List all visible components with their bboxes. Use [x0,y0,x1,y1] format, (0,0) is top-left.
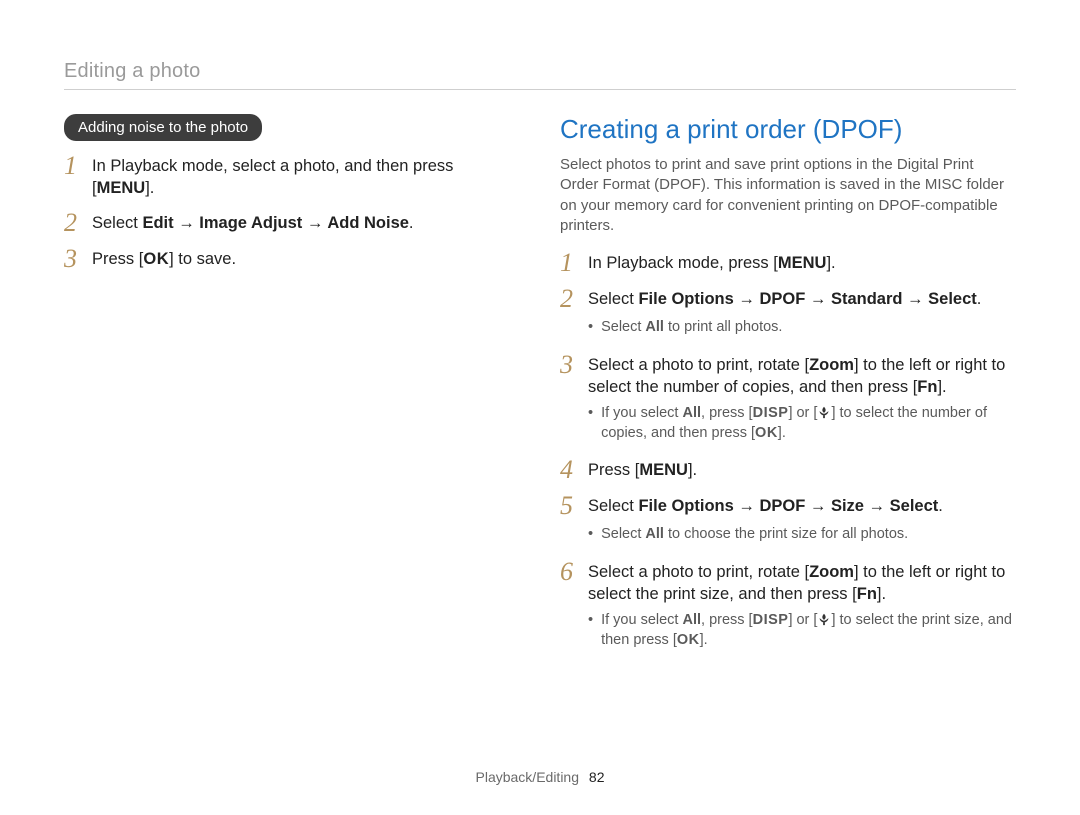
sub-list: Select All to print all photos. [588,318,1016,342]
fn-key: Fn [857,585,877,603]
bold-text: All [682,612,701,628]
sub-item: Select All to print all photos. [588,318,1016,338]
right-column: Creating a print order (DPOF) Select pho… [560,114,1016,666]
step: 1 In Playback mode, press [MENU]. [560,252,1016,276]
page: Editing a photo Adding noise to the phot… [0,0,1080,815]
sub-text: Select [601,319,645,335]
section-pill: Adding noise to the photo [64,114,262,141]
step-text: . [938,497,943,515]
macro-icon [817,405,831,419]
step: 4 Press [MENU]. [560,459,1016,483]
step-text: ]. [937,378,946,396]
step-text: . [977,290,982,308]
step-text: Select [92,214,142,232]
step-text: Select a photo to print, rotate [ [588,356,809,374]
step: 2 Select File Options → DPOF → Standard … [560,288,1016,342]
page-header: Editing a photo [64,60,1016,83]
header-rule [64,89,1016,90]
menu-path: Edit → Image Adjust → Add Noise [142,214,408,232]
sub-list: If you select All, press [DISP] or [] to… [588,611,1016,654]
sub-text: , press [ [701,405,753,421]
step-number: 5 [560,493,588,519]
menu-key: MENU [639,461,688,479]
sub-text: ] or [ [788,405,817,421]
disp-key: DISP [753,612,789,628]
columns: Adding noise to the photo 1 In Playback … [64,114,1016,666]
bold-text: All [645,319,664,335]
step-body: Select a photo to print, rotate [Zoom] t… [588,354,1016,399]
step: 3 Press [OK] to save. [64,248,520,272]
sub-item: If you select All, press [DISP] or [] to… [588,611,1016,650]
step-body: Press [MENU]. [588,459,1016,481]
footer-section: Playback/Editing [476,769,580,785]
step: 2 Select Edit → Image Adjust → Add Noise… [64,212,520,236]
footer-page-number: 82 [589,769,605,785]
sub-text: ] or [ [788,612,817,628]
bold-text: All [645,526,664,542]
step-text: ]. [688,461,697,479]
sub-item: If you select All, press [DISP] or [] to… [588,404,1016,443]
bold-text: Zoom [809,563,854,581]
step-text: Select a photo to print, rotate [ [588,563,809,581]
sub-item: Select All to choose the print size for … [588,525,1016,545]
bold-text: Zoom [809,356,854,374]
ok-key: OK [755,425,778,441]
sub-text: to print all photos. [664,319,783,335]
step-text: ]. [145,179,154,197]
right-steps: 1 In Playback mode, press [MENU]. 2 Sele… [560,252,1016,654]
ok-key: OK [677,632,700,648]
sub-text: to choose the print size for all photos. [664,526,908,542]
step-number: 1 [64,153,92,179]
sub-text: , press [ [701,612,753,628]
step-text: ] to save. [169,250,236,268]
step: 3 Select a photo to print, rotate [Zoom]… [560,354,1016,448]
step-number: 3 [560,352,588,378]
step-text: ]. [826,254,835,272]
left-column: Adding noise to the photo 1 In Playback … [64,114,520,666]
step-text: Select [588,290,638,308]
sub-text: ]. [700,632,708,648]
step: 5 Select File Options → DPOF → Size → Se… [560,495,1016,549]
step: 6 Select a photo to print, rotate [Zoom]… [560,561,1016,655]
menu-path: File Options → DPOF → Standard → Select [638,290,976,308]
step-text: Press [ [92,250,143,268]
step-body: Select File Options → DPOF → Standard → … [588,288,1016,310]
step-text: Select [588,497,638,515]
step-number: 6 [560,559,588,585]
section-heading: Creating a print order (DPOF) [560,114,1016,145]
step-body: Select File Options → DPOF → Size → Sele… [588,495,1016,517]
section-intro: Select photos to print and save print op… [560,155,1016,236]
step-number: 2 [560,286,588,312]
step-number: 4 [560,457,588,483]
step-text: ]. [877,585,886,603]
step-body: In Playback mode, press [MENU]. [588,252,1016,274]
sub-text: ]. [778,425,786,441]
sub-list: Select All to choose the print size for … [588,525,1016,549]
sub-list: If you select All, press [DISP] or [] to… [588,404,1016,447]
sub-text: If you select [601,612,682,628]
step-body: Press [OK] to save. [92,248,520,270]
ok-key: OK [143,250,169,268]
menu-path: File Options → DPOF → Size → Select [638,497,938,515]
step-text: In Playback mode, press [ [588,254,778,272]
menu-key: MENU [778,254,827,272]
step-body: Select a photo to print, rotate [Zoom] t… [588,561,1016,606]
bold-text: All [682,405,701,421]
macro-icon [817,612,831,626]
page-footer: Playback/Editing 82 [0,769,1080,785]
sub-text: Select [601,526,645,542]
step: 1 In Playback mode, select a photo, and … [64,155,520,200]
fn-key: Fn [917,378,937,396]
step-text: . [409,214,414,232]
step-number: 3 [64,246,92,272]
menu-key: MENU [97,179,146,197]
step-number: 1 [560,250,588,276]
step-body: Select Edit → Image Adjust → Add Noise. [92,212,520,234]
step-number: 2 [64,210,92,236]
step-body: In Playback mode, select a photo, and th… [92,155,520,200]
left-steps: 1 In Playback mode, select a photo, and … [64,155,520,272]
step-text: Press [ [588,461,639,479]
sub-text: If you select [601,405,682,421]
disp-key: DISP [753,405,789,421]
